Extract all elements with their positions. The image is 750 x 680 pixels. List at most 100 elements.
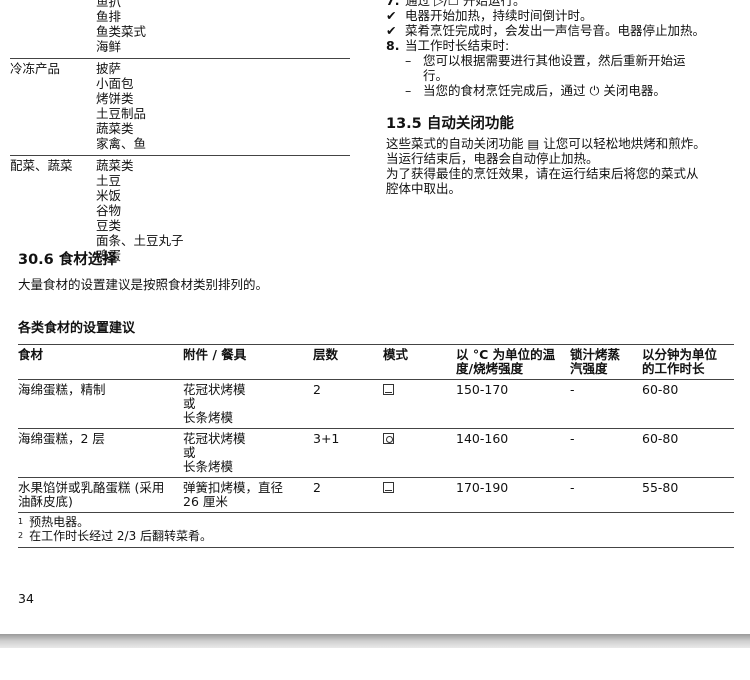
- sub-step-text: 行。: [423, 68, 449, 83]
- steam-cell: -: [570, 431, 575, 446]
- footnote-text: 预热电器。: [29, 515, 90, 529]
- dash-icon: –: [405, 83, 412, 98]
- fan-heat-icon: [383, 433, 394, 444]
- header-food: 食材: [18, 347, 44, 362]
- header-line: 以 °C 为单位的温: [456, 347, 556, 362]
- food-cell: 油酥皮底): [18, 494, 73, 509]
- header-line: 汽强度: [570, 361, 608, 376]
- header-line: 度/烧烤强度: [456, 361, 524, 376]
- category-item: 面条、土豆丸子: [96, 233, 184, 248]
- level-cell: 3+1: [313, 431, 340, 446]
- sub-step-continued: 行。: [386, 69, 736, 84]
- step-8: 8. 当工作时长结束时:: [386, 39, 736, 54]
- section-intro: 大量食材的设置建议是按照食材类别排列的。: [18, 277, 269, 292]
- auto-off-heading: 13.5 自动关闭功能: [386, 116, 514, 132]
- result-text: 电器开始加热，持续时间倒计时。: [405, 8, 593, 23]
- food-cell: 海绵蛋糕，精制: [18, 382, 106, 397]
- step-number: 8.: [386, 38, 400, 53]
- table-row: 海绵蛋糕，精制 花冠状烤模 或 长条烤模 2 150-170 - 60-80: [18, 379, 734, 428]
- bottom-heat-icon: [383, 384, 394, 395]
- temperature-cell: 150-170: [456, 382, 509, 397]
- accessory-cell: 或: [183, 396, 196, 411]
- category-item: 鸡蛋: [96, 248, 122, 263]
- header-temperature: 以 °C 为单位的温 度/烧烤强度: [456, 348, 570, 376]
- table-footnotes: 1 预热电器。 2 在工作时长经过 2/3 后翻转菜肴。: [18, 512, 734, 543]
- sub-step: – 您可以根据需要进行其他设置，然后重新开始运: [386, 54, 736, 69]
- check-icon: ✔: [386, 8, 397, 23]
- accessory-cell: 花冠状烤模: [183, 431, 246, 446]
- food-cell: 海绵蛋糕，2 层: [18, 431, 105, 446]
- check-icon: ✔: [386, 23, 397, 38]
- category-item: 海鲜: [96, 39, 122, 54]
- table-title: 各类食材的设置建议: [18, 321, 136, 336]
- header-mode: 模式: [383, 347, 409, 362]
- header-time: 以分钟为单位 的工作时长: [642, 348, 734, 376]
- category-item: 谷物: [96, 203, 122, 218]
- result-line: ✔ 电器开始加热，持续时间倒计时。: [386, 9, 736, 24]
- header-level: 层数: [313, 347, 339, 362]
- bottom-heat-icon: [383, 482, 394, 493]
- category-item: 鱼扒: [96, 0, 122, 9]
- accessory-cell: 长条烤模: [183, 410, 234, 425]
- table-bottom-rule: [18, 547, 734, 548]
- accessory-cell: 弹簧扣烤模，直径: [183, 480, 284, 495]
- category-item: 烤饼类: [96, 91, 134, 106]
- food-category-table: 鱼扒 鱼排 鱼类菜式 海鲜 冷冻产品 披萨 小面包 烤饼类 土豆制品 蔬菜类 家…: [10, 0, 350, 264]
- footnote: 1 预热电器。: [18, 515, 734, 529]
- sub-step-text: 当您的食材烹饪完成后，通过 ⏻ 关闭电器。: [423, 83, 666, 98]
- settings-table: 食材 附件 / 餐具 层数 模式 以 °C 为单位的温 度/烧烤强度 锁汁烤蒸 …: [18, 344, 734, 548]
- category-name: [10, 0, 96, 55]
- category-name: 配菜、蔬菜: [10, 158, 73, 173]
- paragraph-line: 为了获得最佳的烹饪效果，请在运行结束后将您的菜式从: [386, 166, 699, 181]
- temperature-cell: 170-190: [456, 480, 509, 495]
- accessory-cell: 或: [183, 445, 196, 460]
- accessory-cell: 花冠状烤模: [183, 382, 246, 397]
- table-header-row: 食材 附件 / 餐具 层数 模式 以 °C 为单位的温 度/烧烤强度 锁汁烤蒸 …: [18, 344, 734, 379]
- auto-off-paragraph: 这些菜式的自动关闭功能 ▤ 让您可以轻松地烘烤和煎炸。 当运行结束后，电器会自动…: [386, 137, 736, 197]
- category-item: 土豆制品: [96, 106, 147, 121]
- header-steam: 锁汁烤蒸 汽强度: [570, 348, 642, 376]
- section-heading: 30.6 食材选择: [18, 252, 117, 268]
- category-item: 豆类: [96, 218, 122, 233]
- header-line: 锁汁烤蒸: [570, 347, 621, 362]
- category-sides: 配菜、蔬菜 蔬菜类 土豆 米饭 谷物 豆类 面条、土豆丸子 鸡蛋: [10, 155, 350, 264]
- table-row: 水果馅饼或乳酪蛋糕 (采用 油酥皮底) 弹簧扣烤模，直径 26 厘米 2 170…: [18, 477, 734, 512]
- dash-icon: –: [405, 53, 412, 68]
- level-cell: 2: [313, 480, 321, 495]
- footnote: 2 在工作时长经过 2/3 后翻转菜肴。: [18, 529, 734, 543]
- footnote-mark: 2: [18, 531, 24, 540]
- time-cell: 60-80: [642, 431, 679, 446]
- page-footer-bar: [0, 634, 750, 648]
- category-item: 鱼排: [96, 9, 122, 24]
- category-item: 鱼类菜式: [96, 24, 147, 39]
- category-item: 蔬菜类: [96, 158, 134, 173]
- temperature-cell: 140-160: [456, 431, 509, 446]
- time-cell: 60-80: [642, 382, 679, 397]
- level-cell: 2: [313, 382, 321, 397]
- steam-cell: -: [570, 382, 575, 397]
- category-item: 小面包: [96, 76, 134, 91]
- footnote-mark: 1: [18, 517, 24, 526]
- header-line: 的工作时长: [642, 361, 705, 376]
- category-item: 家禽、鱼: [96, 136, 147, 151]
- sub-step: – 当您的食材烹饪完成后，通过 ⏻ 关闭电器。: [386, 84, 736, 99]
- table-row: 海绵蛋糕，2 层 花冠状烤模 或 长条烤模 3+1 140-160 - 60-8…: [18, 428, 734, 477]
- sub-step-text: 您可以根据需要进行其他设置，然后重新开始运: [423, 53, 686, 68]
- category-item: 米饭: [96, 188, 122, 203]
- step-text: 当工作时长结束时:: [405, 38, 510, 53]
- result-text: 菜肴烹饪完成时，会发出一声信号音。电器停止加热。: [405, 23, 706, 38]
- category-name: 冷冻产品: [10, 61, 61, 76]
- category-fish: 鱼扒 鱼排 鱼类菜式 海鲜: [10, 0, 350, 55]
- accessory-cell: 26 厘米: [183, 494, 228, 509]
- category-frozen: 冷冻产品 披萨 小面包 烤饼类 土豆制品 蔬菜类 家禽、鱼: [10, 58, 350, 152]
- header-accessory: 附件 / 餐具: [183, 347, 247, 362]
- paragraph-line: 这些菜式的自动关闭功能 ▤ 让您可以轻松地烘烤和煎炸。: [386, 136, 706, 151]
- result-line: ✔ 菜肴烹饪完成时，会发出一声信号音。电器停止加热。: [386, 24, 736, 39]
- time-cell: 55-80: [642, 480, 679, 495]
- paragraph-line: 当运行结束后，电器会自动停止加热。: [386, 151, 599, 166]
- footnote-text: 在工作时长经过 2/3 后翻转菜肴。: [29, 529, 213, 543]
- category-item: 披萨: [96, 61, 122, 76]
- category-item: 土豆: [96, 173, 122, 188]
- category-item: 蔬菜类: [96, 121, 134, 136]
- page-number: 34: [18, 591, 34, 606]
